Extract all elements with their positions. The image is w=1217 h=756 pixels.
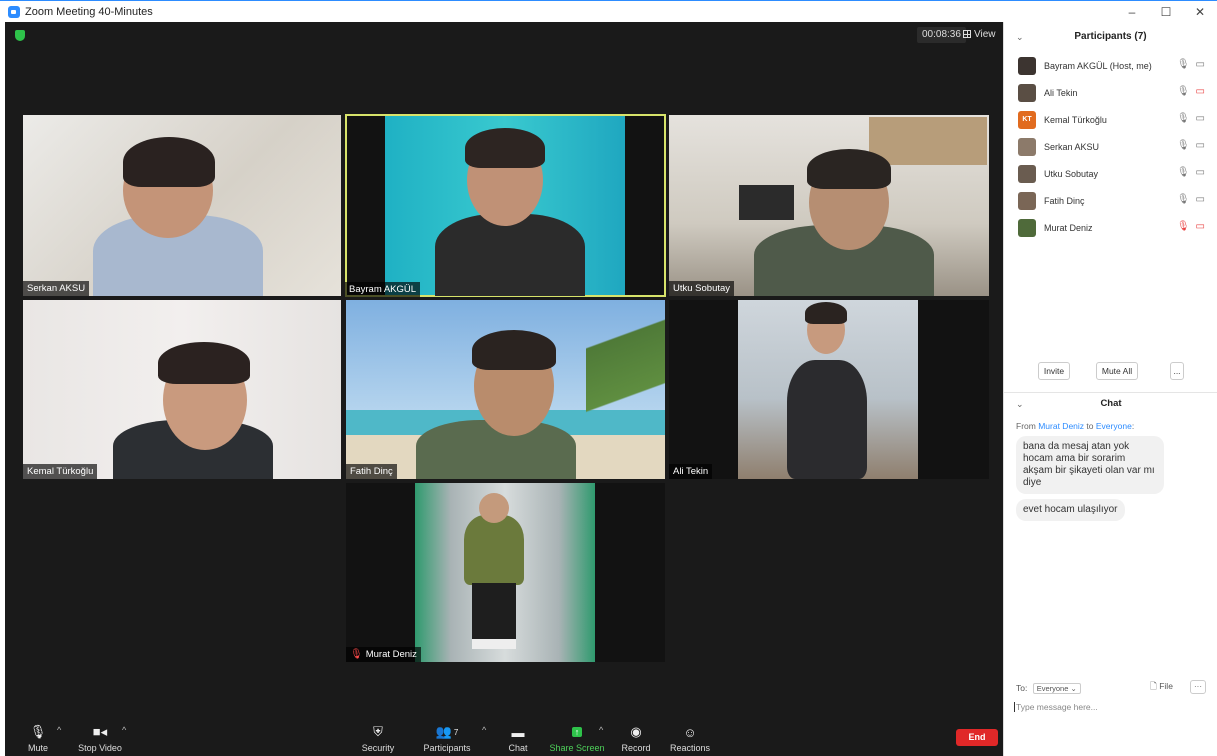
window-title: Zoom Meeting 40-Minutes bbox=[25, 5, 153, 18]
chat-more-button[interactable]: ··· bbox=[1190, 680, 1206, 694]
tile-name-label: Utku Sobutay bbox=[669, 281, 735, 296]
microphone-icon[interactable]: 🎙 bbox=[1177, 113, 1190, 124]
video-tile-murat[interactable]: 🎙 Murat Deniz bbox=[346, 483, 665, 662]
video-off-icon[interactable]: ▭ bbox=[1196, 86, 1205, 97]
file-icon: 🗋 bbox=[1150, 681, 1157, 691]
avatar bbox=[1018, 137, 1036, 156]
end-meeting-button[interactable]: End bbox=[956, 729, 998, 746]
side-panel: ⌄ Participants (7) Bayram AKGÜL (Host, m… bbox=[1003, 22, 1217, 756]
avatar bbox=[1018, 191, 1036, 210]
tile-name-label: Bayram AKGÜL bbox=[345, 282, 421, 297]
tile-name-label: Fatih Dinç bbox=[346, 464, 397, 479]
title-bar: Zoom Meeting 40-Minutes – ☐ ✕ bbox=[0, 0, 1217, 22]
participant-row[interactable]: Utku Sobutay 🎙 ▭ bbox=[1004, 160, 1217, 187]
participant-row[interactable]: Fatih Dinç 🎙 ▭ bbox=[1004, 187, 1217, 214]
encryption-shield-icon[interactable] bbox=[15, 30, 25, 41]
reactions-button[interactable]: ☺ Reactions bbox=[657, 724, 723, 754]
chevron-down-icon[interactable]: ⌄ bbox=[1016, 393, 1024, 415]
avatar: KT bbox=[1018, 110, 1036, 129]
video-tile-kemal[interactable]: Kemal Türkoğlu bbox=[23, 300, 341, 479]
tile-name-label: Kemal Türkoğlu bbox=[23, 464, 98, 479]
security-button[interactable]: ⛨ Security bbox=[345, 724, 411, 753]
recipient-select[interactable]: Everyone ⌄ bbox=[1032, 683, 1081, 694]
file-button[interactable]: 🗋 File bbox=[1150, 681, 1173, 695]
participant-row[interactable]: Ali Tekin 🎙 ▭ bbox=[1004, 79, 1217, 106]
grid-icon bbox=[963, 30, 971, 38]
minimize-button[interactable]: – bbox=[1115, 1, 1149, 23]
chat-recipient: To: Everyone ⌄ bbox=[1016, 683, 1081, 694]
avatar bbox=[1018, 83, 1036, 102]
participants-header: ⌄ Participants (7) bbox=[1004, 22, 1217, 52]
video-camera-icon[interactable]: ▭ bbox=[1196, 113, 1205, 124]
video-tile-utku[interactable]: Utku Sobutay bbox=[669, 115, 989, 296]
zoom-app-icon bbox=[8, 5, 20, 18]
chat-button[interactable]: ▬ Chat bbox=[485, 724, 551, 754]
microphone-icon[interactable]: 🎙 bbox=[1177, 194, 1190, 205]
chat-message-input[interactable]: Type message here... bbox=[1014, 702, 1098, 712]
microphone-icon[interactable]: 🎙 bbox=[1177, 140, 1190, 151]
chat-header: ⌄ Chat bbox=[1004, 393, 1217, 415]
mute-all-button[interactable]: Mute All bbox=[1096, 362, 1138, 380]
tile-name-label: 🎙 Murat Deniz bbox=[346, 647, 421, 662]
microphone-icon[interactable]: 🎙 bbox=[1177, 86, 1190, 97]
meeting-toolbar: 🎙 Mute ^ ■◂ Stop Video ^ ⛨ Security 👥 7 P… bbox=[5, 720, 1003, 756]
smiley-icon: ☺ bbox=[683, 724, 697, 740]
tile-name-label: Serkan AKSU bbox=[23, 281, 90, 296]
video-tile-fatih[interactable]: Fatih Dinç bbox=[346, 300, 665, 479]
video-camera-icon[interactable]: ▭ bbox=[1196, 59, 1205, 70]
muted-mic-icon[interactable]: 🎙 bbox=[1177, 221, 1190, 232]
chat-message: evet hocam ulaşılıyor bbox=[1016, 499, 1125, 521]
video-camera-icon[interactable]: ▭ bbox=[1196, 140, 1205, 151]
avatar bbox=[1018, 164, 1036, 183]
meeting-area: 00:08:36 View Serkan AKSU Bayram AKGÜL U… bbox=[5, 22, 1003, 756]
chat-bubble-icon: ▬ bbox=[511, 724, 525, 740]
microphone-icon[interactable]: 🎙 bbox=[1177, 167, 1190, 178]
participant-row[interactable]: Murat Deniz 🎙 ▭ bbox=[1004, 214, 1217, 241]
chevron-down-icon: ⌄ bbox=[1070, 684, 1077, 693]
participant-row[interactable]: Bayram AKGÜL (Host, me) 🎙 ▭ bbox=[1004, 52, 1217, 79]
video-off-icon[interactable]: ▭ bbox=[1196, 221, 1205, 232]
audio-options-caret-icon[interactable]: ^ bbox=[57, 725, 61, 735]
video-tile-bayram[interactable]: Bayram AKGÜL bbox=[345, 114, 666, 297]
chat-message: bana da mesaj atan yok hocam ama bir sor… bbox=[1016, 436, 1164, 494]
shield-icon: ⛨ bbox=[373, 724, 383, 739]
more-options-button[interactable]: ... bbox=[1170, 362, 1184, 380]
tile-name-label: Ali Tekin bbox=[669, 464, 713, 479]
video-camera-icon[interactable]: ▭ bbox=[1196, 167, 1205, 178]
view-button[interactable]: View bbox=[963, 27, 996, 43]
chat-sender-line: From Murat Deniz to Everyone: bbox=[1016, 421, 1135, 431]
close-button[interactable]: ✕ bbox=[1183, 1, 1217, 23]
invite-button[interactable]: Invite bbox=[1038, 362, 1070, 380]
video-tile-ali[interactable]: Ali Tekin bbox=[669, 300, 989, 479]
participants-icon: 👥 7 bbox=[435, 724, 459, 739]
video-tile-serkan[interactable]: Serkan AKSU bbox=[23, 115, 341, 296]
avatar bbox=[1018, 56, 1036, 75]
participant-row[interactable]: KT Kemal Türkoğlu 🎙 ▭ bbox=[1004, 106, 1217, 133]
muted-mic-icon: 🎙 bbox=[350, 649, 363, 660]
participant-row[interactable]: Serkan AKSU 🎙 ▭ bbox=[1004, 133, 1217, 160]
participants-button[interactable]: 👥 7 Participants bbox=[414, 724, 480, 753]
chevron-down-icon[interactable]: ⌄ bbox=[1016, 22, 1024, 52]
maximize-button[interactable]: ☐ bbox=[1149, 1, 1183, 23]
video-camera-icon[interactable]: ▭ bbox=[1196, 194, 1205, 205]
chat-panel: ⌄ Chat From Murat Deniz to Everyone: ban… bbox=[1004, 392, 1217, 756]
avatar bbox=[1018, 218, 1036, 237]
meeting-timer: 00:08:36 bbox=[917, 27, 966, 43]
microphone-icon[interactable]: 🎙 bbox=[1177, 59, 1190, 70]
video-options-caret-icon[interactable]: ^ bbox=[122, 725, 126, 735]
